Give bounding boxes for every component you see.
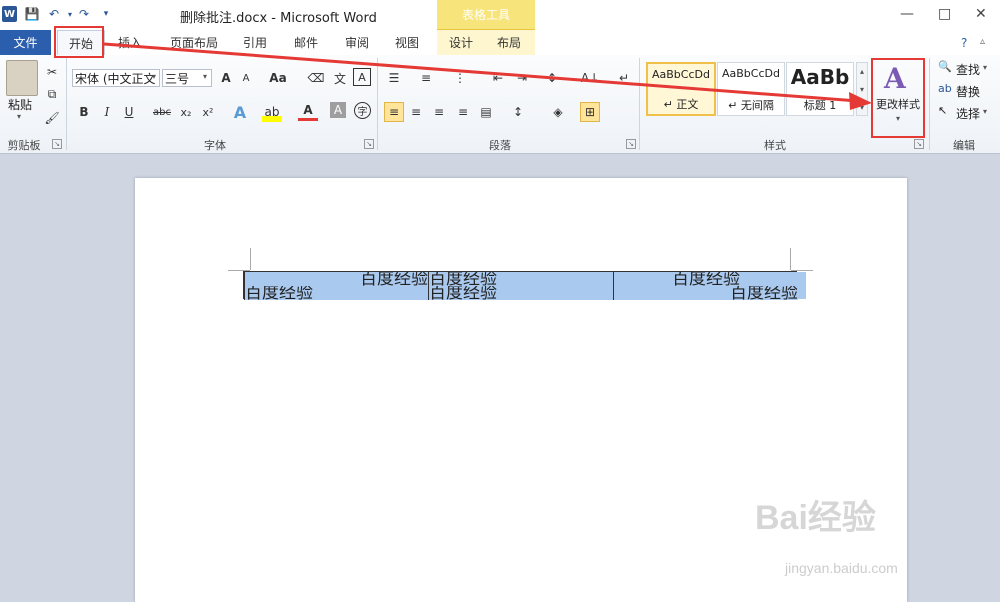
arrow-head <box>849 92 872 110</box>
arrow-line <box>103 42 859 103</box>
watermark-logo: Bai经验 <box>755 499 876 537</box>
watermark-url: jingyan.baidu.com <box>785 560 898 576</box>
